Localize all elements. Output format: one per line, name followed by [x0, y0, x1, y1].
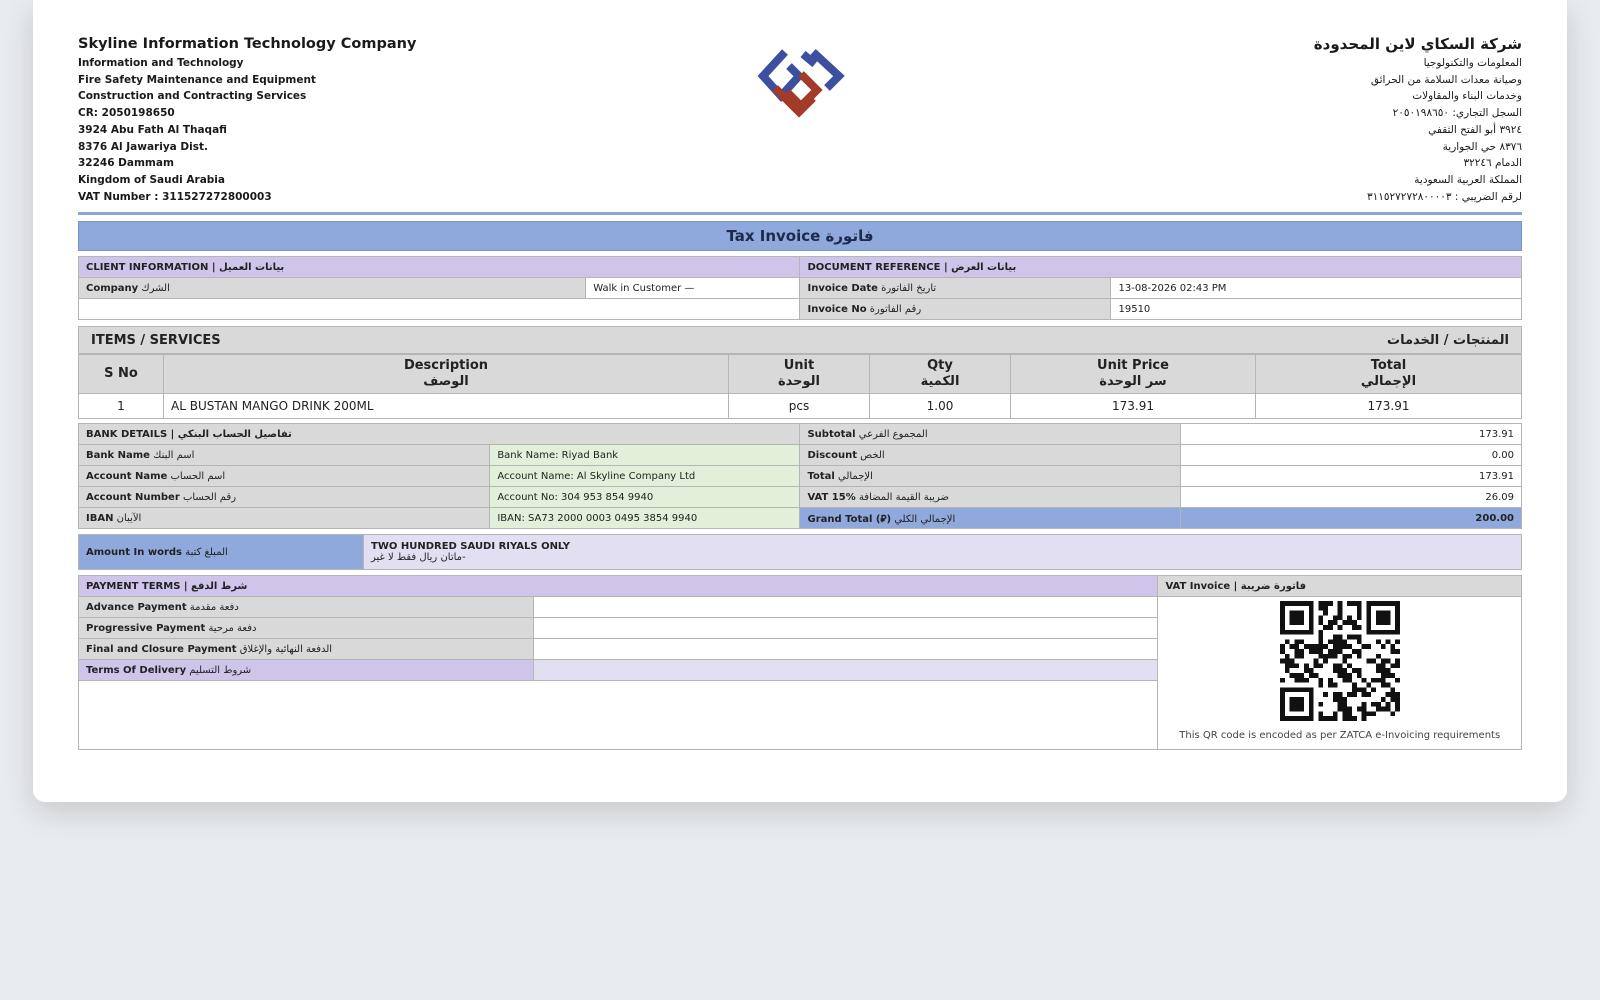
- bank-totals-table: BANK DETAILS | تفاصيل الحساب البنكي Subt…: [77, 423, 1522, 529]
- company-line-ar: وخدمات البناء والمقاولات: [1412, 90, 1522, 103]
- col-header-description: Description الوصف: [163, 354, 729, 394]
- progressive-payment-value: [532, 617, 1159, 639]
- amount-words-table: Amount In words المبلغ كتبة TWO HUNDRED …: [78, 534, 1522, 570]
- invoice-no-label: Invoice No رقم الفاتورة: [799, 298, 1112, 320]
- company-line: Fire Safety Maintenance and Equipment: [78, 73, 316, 86]
- docref-header: DOCUMENT REFERENCE | بيانات العرض: [799, 256, 1522, 278]
- company-name-ar: شركة السكاي لاين المحدودة: [1313, 35, 1522, 53]
- company-line: 32246 Dammam: [78, 157, 174, 170]
- terms-of-delivery-value: [532, 659, 1159, 681]
- client-info-header: CLIENT INFORMATION | بيانات العميل: [77, 256, 801, 278]
- subtotal-label: Subtotal المجموع الفرعي: [799, 423, 1182, 445]
- cell-total: 173.91: [1255, 393, 1522, 419]
- col-header-qty: Qty الكمية: [869, 354, 1011, 394]
- company-line: Information and Technology: [78, 57, 244, 69]
- cell-unit-price: 173.91: [1010, 393, 1256, 419]
- cell-sno: 1: [78, 393, 164, 419]
- vat-invoice-header: VAT Invoice | فاتورة ضريبة: [1157, 575, 1522, 597]
- invoice-title: Tax Invoice فاتورة: [78, 221, 1522, 251]
- company-line-ar: ٣٩٢٤ أبو الفتح الثقفي: [1428, 123, 1522, 136]
- invoice-date-value: 13-08-2026 02:43 PM: [1110, 277, 1522, 299]
- grand-total-value: 200.00: [1180, 507, 1522, 529]
- col-header-unit: Unit الوحدة: [728, 354, 870, 394]
- vat-label: VAT 15% ضريبة القيمة المضافة: [799, 486, 1182, 508]
- table-row: 1 AL BUSTAN MANGO DRINK 200ML pcs 1.00 1…: [78, 393, 1522, 419]
- company-line-ar: المعلومات والتكنولوجيا: [1423, 57, 1522, 69]
- advance-payment-value: [532, 596, 1159, 618]
- cell-description: AL BUSTAN MANGO DRINK 200ML: [163, 393, 729, 419]
- bank-name-label: Bank Name اسم البنك: [77, 444, 491, 466]
- company-name-en: Skyline Information Technology Company: [78, 36, 417, 52]
- account-name-label: Account Name اسم الحساب: [77, 465, 491, 487]
- terms-of-delivery-label: Terms Of Delivery شروط التسليم: [78, 659, 534, 681]
- company-line: Construction and Contracting Services: [78, 90, 307, 103]
- bank-name-value: Bank Name: Riyad Bank: [489, 444, 801, 466]
- company-line-ar: وصيانة معدات السلامة من الحرائق: [1370, 73, 1522, 86]
- discount-value: 0.00: [1180, 444, 1522, 466]
- invoice-no-value: 19510: [1110, 298, 1522, 320]
- discount-label: Discount الخص: [799, 444, 1182, 466]
- final-payment-label: Final and Closure Payment الدفعة النهائي…: [78, 638, 534, 660]
- items-header-en: ITEMS / SERVICES: [91, 332, 221, 348]
- cell-qty: 1.00: [869, 393, 1011, 419]
- payment-empty-area: [77, 680, 1159, 750]
- amount-words-label: Amount In words المبلغ كتبة: [78, 534, 364, 570]
- company-value: Walk in Customer —: [585, 277, 801, 299]
- vat-value: 26.09: [1180, 486, 1522, 508]
- bank-details-header: BANK DETAILS | تفاصيل الحساب البنكي: [77, 423, 801, 445]
- items-header-ar: المنتجات / الخدمات: [1387, 332, 1509, 348]
- account-number-value: Account No: 304 953 854 9940: [489, 486, 801, 508]
- qr-note: This QR code is encoded as per ZATCA e-I…: [1179, 730, 1501, 741]
- qr-cell: This QR code is encoded as per ZATCA e-I…: [1157, 596, 1522, 750]
- invoice-header: Skyline Information Technology Company I…: [78, 0, 1522, 215]
- col-header-unit-price: Unit Price سر الوحدة: [1010, 354, 1256, 394]
- qr-code-icon: [1279, 601, 1400, 721]
- client-empty-cell: [77, 298, 801, 320]
- progressive-payment-label: Progressive Payment دفعة مرحية: [78, 617, 534, 639]
- company-line: Kingdom of Saudi Arabia: [78, 173, 225, 186]
- iban-label: IBAN الآيبان: [77, 507, 491, 529]
- invoice-sheet: Skyline Information Technology Company I…: [33, 0, 1567, 802]
- company-line-ar: المملكة العربية السعودية: [1414, 173, 1522, 186]
- col-header-sno: S No: [78, 354, 164, 394]
- account-number-label: Account Number رقم الحساب: [77, 486, 491, 508]
- account-name-value: Account Name: Al Skyline Company Ltd: [489, 465, 801, 487]
- company-line: CR: 2050198650: [78, 107, 175, 120]
- company-line-ar: لرقم الضريبي : ٣١١٥٢٧٢٧٢٨٠٠٠٠٣: [1366, 190, 1522, 203]
- advance-payment-label: Advance Payment دفعة مقدمة: [78, 596, 534, 618]
- company-label: Company الشرك: [77, 277, 587, 299]
- company-line-ar: السجل التجاري: ٢٠٥٠١٩٨٦٥٠: [1392, 107, 1522, 120]
- items-table-header: S No Description الوصف Unit الوحدة Qty الكم…: [78, 354, 1522, 394]
- company-line: VAT Number : 311527272800003: [78, 190, 272, 203]
- payment-vat-table: PAYMENT TERMS | شرط الدفع VAT Invoice | …: [77, 575, 1522, 750]
- client-docref-table: CLIENT INFORMATION | بيانات العميل DOCUM…: [77, 256, 1522, 320]
- invoice-date-label: Invoice Date تاريخ الفاتورة: [799, 277, 1112, 299]
- iban-value: IBAN: SA73 2000 0003 0495 3854 9940: [489, 507, 801, 529]
- items-header: ITEMS / SERVICES المنتجات / الخدمات: [78, 326, 1522, 354]
- company-info-en: Skyline Information Technology Company I…: [78, 34, 498, 205]
- subtotal-value: 173.91: [1180, 423, 1522, 445]
- grand-total-label: Grand Total (⃁) الإجمالي الكلي: [799, 507, 1182, 529]
- amount-words-value: TWO HUNDRED SAUDI RIYALS ONLY ماتان ريال…: [363, 534, 1522, 570]
- company-info-ar: شركة السكاي لاين المحدودة المعلومات والت…: [1102, 34, 1522, 205]
- total-label: Total الإجمالي: [799, 465, 1182, 487]
- payment-terms-header: PAYMENT TERMS | شرط الدفع: [77, 575, 1159, 597]
- final-payment-value: [532, 638, 1159, 660]
- company-line: 8376 Al Jawariya Dist.: [78, 140, 208, 153]
- company-logo-icon: [757, 49, 845, 118]
- total-value: 173.91: [1180, 465, 1522, 487]
- cell-unit: pcs: [728, 393, 870, 419]
- company-line-ar: الدمام ٣٢٢٤٦: [1463, 157, 1523, 170]
- company-line: 3924 Abu Fath Al Thaqafi: [78, 123, 227, 136]
- company-line-ar: ٨٣٧٦ حي الجوارية: [1442, 140, 1522, 153]
- col-header-total: Total الإجمالي: [1255, 354, 1522, 394]
- items-table: S No Description الوصف Unit الوحدة Qty الكم…: [78, 354, 1522, 419]
